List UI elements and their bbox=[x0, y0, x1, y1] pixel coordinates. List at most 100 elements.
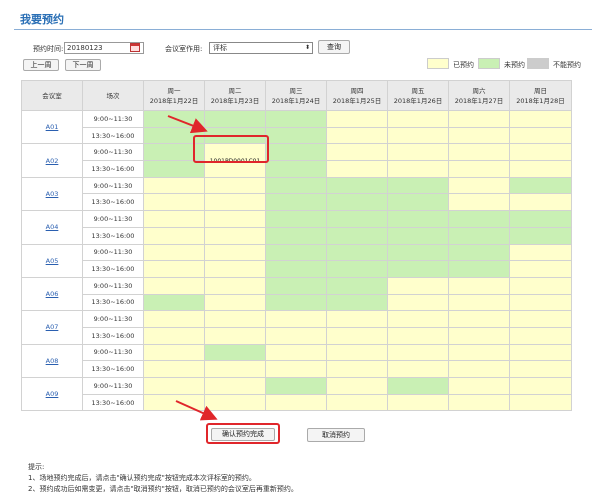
booking-cell[interactable] bbox=[509, 276, 572, 295]
confirm-booking-button[interactable]: 确认预约完成 bbox=[211, 428, 275, 441]
booking-cell[interactable] bbox=[509, 143, 572, 162]
booking-cell[interactable] bbox=[387, 110, 449, 128]
booking-cell[interactable] bbox=[143, 260, 205, 278]
cancel-booking-button[interactable]: 取消预约 bbox=[307, 428, 365, 442]
prev-week-button[interactable]: 上一周 bbox=[23, 59, 59, 71]
booking-cell[interactable] bbox=[326, 210, 388, 228]
booking-cell[interactable] bbox=[448, 226, 510, 245]
booking-cell[interactable] bbox=[509, 343, 572, 362]
booking-cell[interactable] bbox=[509, 293, 572, 312]
booking-cell[interactable] bbox=[265, 193, 327, 212]
booking-cell[interactable] bbox=[265, 260, 327, 278]
calendar-icon[interactable] bbox=[130, 43, 140, 52]
booking-cell[interactable] bbox=[143, 243, 205, 262]
booking-cell[interactable] bbox=[265, 160, 327, 178]
booking-cell[interactable] bbox=[448, 377, 510, 395]
booking-cell[interactable] bbox=[204, 193, 266, 212]
room-link[interactable]: A03 bbox=[46, 190, 59, 198]
booking-cell[interactable] bbox=[448, 143, 510, 162]
booking-cell[interactable] bbox=[204, 210, 266, 228]
booking-cell[interactable] bbox=[448, 110, 510, 128]
booking-cell[interactable] bbox=[265, 226, 327, 245]
booking-cell[interactable] bbox=[265, 393, 327, 412]
booking-cell[interactable] bbox=[448, 260, 510, 278]
booking-cell[interactable] bbox=[326, 343, 388, 362]
booking-cell[interactable] bbox=[265, 110, 327, 128]
next-week-button[interactable]: 下一周 bbox=[65, 59, 101, 71]
booking-cell[interactable] bbox=[204, 276, 266, 295]
booking-cell[interactable] bbox=[448, 293, 510, 312]
booking-cell[interactable] bbox=[326, 226, 388, 245]
booking-cell[interactable] bbox=[326, 360, 388, 378]
booking-cell[interactable] bbox=[204, 176, 266, 195]
booking-cell[interactable] bbox=[326, 393, 388, 412]
booking-cell[interactable] bbox=[326, 160, 388, 178]
booking-cell[interactable] bbox=[143, 160, 205, 178]
booking-cell[interactable] bbox=[448, 360, 510, 378]
booking-cell[interactable] bbox=[326, 110, 388, 128]
booking-cell[interactable] bbox=[387, 343, 449, 362]
booking-cell[interactable] bbox=[143, 293, 205, 312]
booking-cell[interactable] bbox=[387, 360, 449, 378]
booking-cell[interactable] bbox=[204, 260, 266, 278]
booking-cell[interactable] bbox=[509, 193, 572, 212]
booking-cell[interactable] bbox=[326, 310, 388, 328]
booking-cell[interactable] bbox=[448, 343, 510, 362]
booking-cell[interactable] bbox=[326, 193, 388, 212]
booking-cell[interactable] bbox=[448, 160, 510, 178]
booking-cell[interactable] bbox=[387, 243, 449, 262]
booking-cell[interactable] bbox=[509, 326, 572, 345]
booking-cell[interactable] bbox=[143, 310, 205, 328]
booking-cell[interactable] bbox=[204, 110, 266, 128]
booking-cell[interactable] bbox=[143, 176, 205, 195]
booking-cell[interactable] bbox=[509, 243, 572, 262]
booking-cell[interactable]: 1001PD0001C01 bbox=[204, 143, 266, 178]
room-link[interactable]: A04 bbox=[46, 223, 59, 231]
booking-cell[interactable] bbox=[509, 176, 572, 195]
booking-cell[interactable] bbox=[265, 176, 327, 195]
booking-cell[interactable] bbox=[326, 377, 388, 395]
booking-cell[interactable] bbox=[265, 326, 327, 345]
booking-cell[interactable] bbox=[509, 160, 572, 178]
booking-cell[interactable] bbox=[387, 176, 449, 195]
booking-cell[interactable] bbox=[204, 393, 266, 412]
booking-cell[interactable] bbox=[326, 260, 388, 278]
booking-cell[interactable] bbox=[265, 143, 327, 162]
booking-cell[interactable] bbox=[448, 276, 510, 295]
booking-cell[interactable] bbox=[204, 293, 266, 312]
room-link[interactable]: A08 bbox=[46, 357, 59, 365]
booking-cell[interactable] bbox=[387, 143, 449, 162]
booking-cell[interactable] bbox=[326, 243, 388, 262]
query-button[interactable]: 查询 bbox=[318, 40, 350, 54]
booking-cell[interactable] bbox=[265, 243, 327, 262]
booking-cell[interactable] bbox=[204, 326, 266, 345]
booking-cell[interactable] bbox=[509, 310, 572, 328]
room-use-select[interactable]: 评标 ⬍ bbox=[209, 42, 313, 54]
booking-cell[interactable] bbox=[204, 377, 266, 395]
booking-cell[interactable] bbox=[387, 326, 449, 345]
booking-cell[interactable] bbox=[143, 143, 205, 162]
room-link[interactable]: A09 bbox=[46, 390, 59, 398]
booking-cell[interactable] bbox=[509, 260, 572, 278]
booking-cell[interactable] bbox=[204, 243, 266, 262]
booking-cell[interactable] bbox=[509, 377, 572, 395]
booking-cell[interactable] bbox=[448, 393, 510, 412]
booking-cell[interactable] bbox=[326, 143, 388, 162]
booking-cell[interactable] bbox=[387, 293, 449, 312]
booking-cell[interactable] bbox=[509, 110, 572, 128]
booking-cell[interactable] bbox=[143, 226, 205, 245]
booking-cell[interactable] bbox=[326, 276, 388, 295]
booking-cell[interactable] bbox=[387, 377, 449, 395]
booking-cell[interactable] bbox=[326, 326, 388, 345]
booking-cell[interactable] bbox=[387, 160, 449, 178]
booking-cell[interactable] bbox=[143, 193, 205, 212]
booking-cell[interactable] bbox=[204, 343, 266, 362]
booking-cell[interactable] bbox=[387, 226, 449, 245]
booking-cell[interactable] bbox=[326, 293, 388, 312]
booking-cell[interactable] bbox=[326, 126, 388, 145]
booking-cell[interactable] bbox=[265, 126, 327, 145]
booking-cell[interactable] bbox=[387, 126, 449, 145]
booking-cell[interactable] bbox=[509, 360, 572, 378]
room-link[interactable]: A01 bbox=[46, 123, 59, 131]
booking-cell[interactable] bbox=[265, 210, 327, 228]
